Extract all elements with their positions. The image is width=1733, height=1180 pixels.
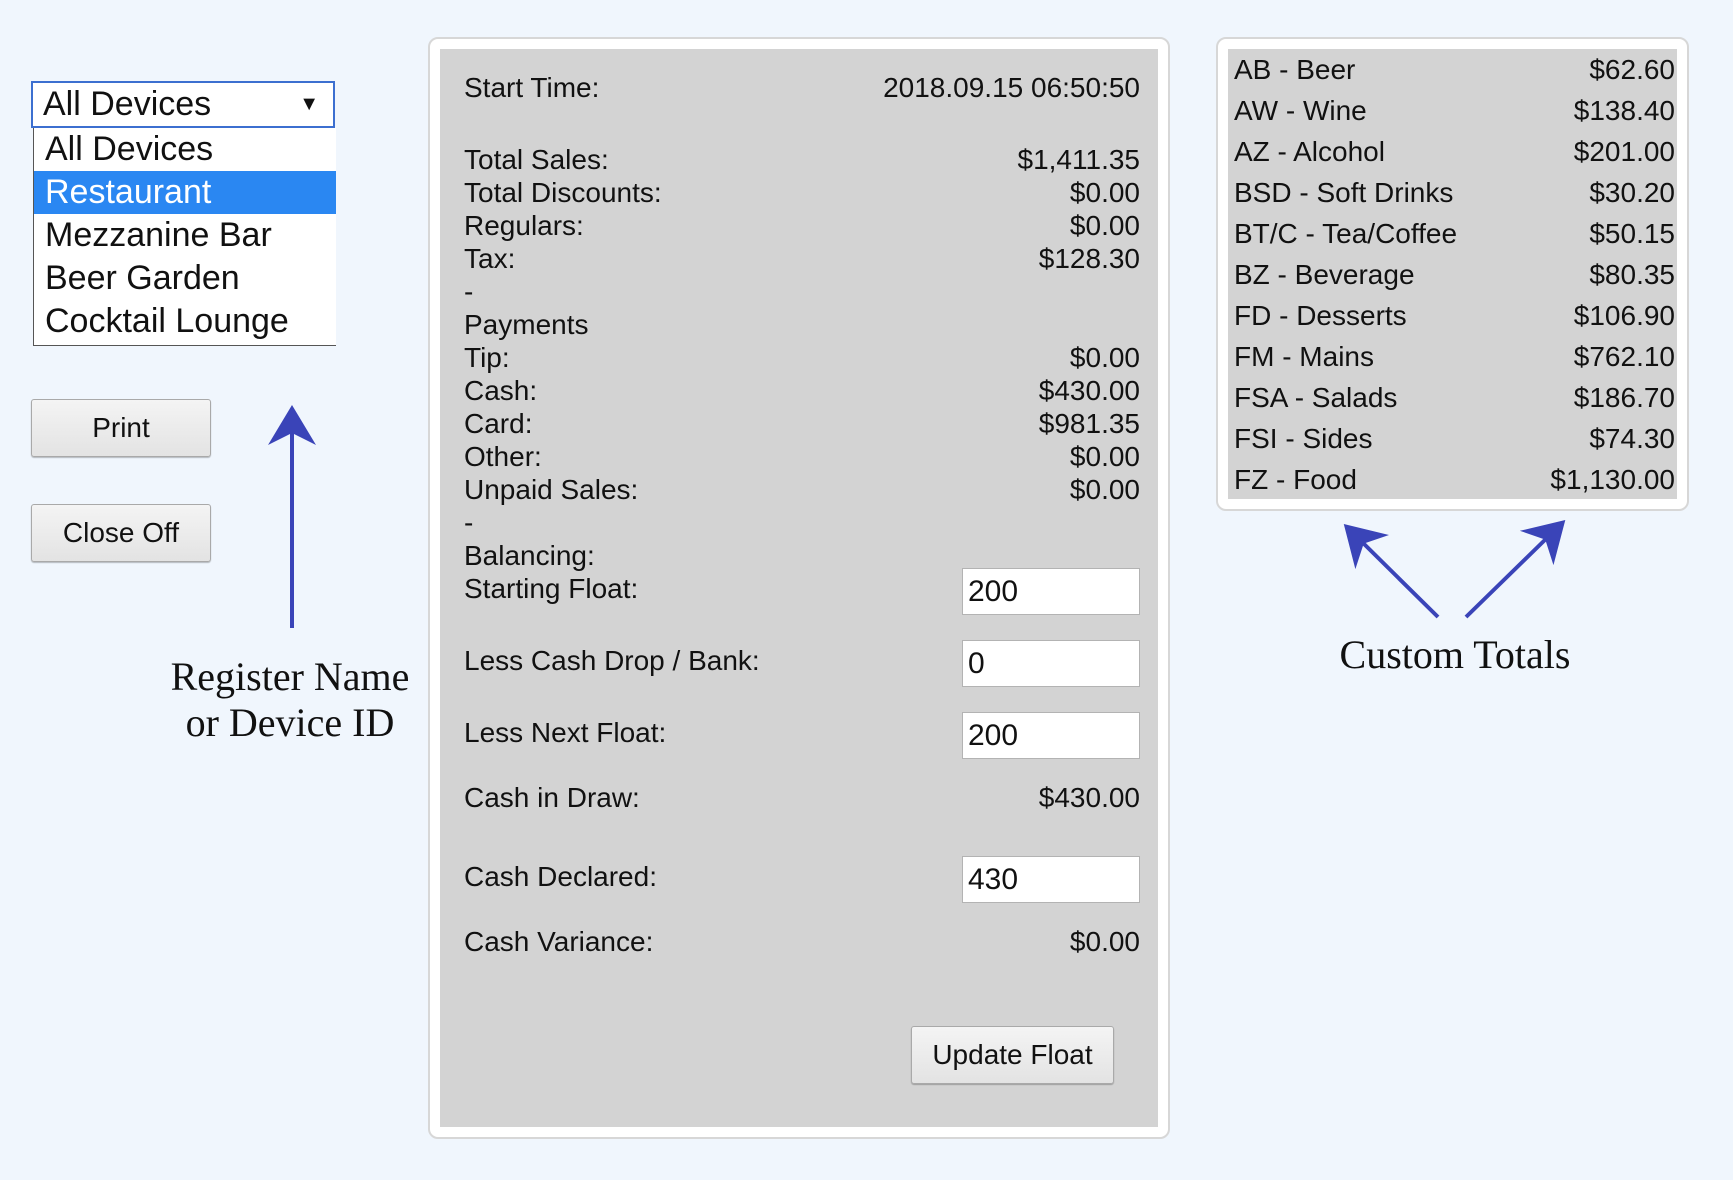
custom-total-value: $186.70	[1573, 382, 1675, 413]
custom-total-label: BZ - Beverage	[1234, 259, 1415, 290]
session-summary-body: Start Time: 2018.09.15 06:50:50 Total Sa…	[440, 49, 1158, 1127]
custom-total-value: $62.60	[1589, 54, 1675, 85]
cash-variance-label: Cash Variance:	[464, 926, 654, 957]
tip-value: $0.00	[1069, 342, 1140, 373]
separator-2: -	[464, 507, 474, 538]
custom-total-label: BSD - Soft Drinks	[1234, 177, 1454, 208]
payments-heading: Payments	[464, 309, 589, 340]
custom-total-row: FM - Mains $762.10	[1234, 336, 1675, 377]
custom-total-value: $80.35	[1589, 259, 1675, 290]
tip-label: Tip:	[464, 342, 510, 373]
start-time-label: Start Time:	[464, 72, 600, 103]
custom-total-row: AZ - Alcohol $201.00	[1234, 131, 1675, 172]
custom-total-row: BT/C - Tea/Coffee $50.15	[1234, 213, 1675, 254]
regulars-value: $0.00	[1069, 210, 1140, 241]
cash-variance-value: $0.00	[1069, 926, 1140, 957]
other-label: Other:	[464, 441, 542, 472]
custom-totals-annotation: Custom Totals	[1339, 632, 1571, 677]
device-option-mezzanine-bar[interactable]: Mezzanine Bar	[34, 214, 336, 257]
chevron-down-icon: ▼	[299, 93, 319, 115]
device-option-all-devices[interactable]: All Devices	[34, 128, 336, 171]
custom-total-label: FM - Mains	[1234, 341, 1374, 372]
custom-total-row: FD - Desserts $106.90	[1234, 295, 1675, 336]
print-button[interactable]: Print	[31, 399, 211, 457]
custom-total-row: BZ - Beverage $80.35	[1234, 254, 1675, 295]
device-option-cocktail-lounge[interactable]: Cocktail Lounge	[34, 300, 336, 343]
separator: -	[464, 276, 474, 307]
card-value: $981.35	[1038, 408, 1140, 439]
tax-label: Tax:	[464, 243, 516, 274]
custom-total-label: FD - Desserts	[1234, 300, 1407, 331]
unpaid-sales-label: Unpaid Sales:	[464, 474, 639, 505]
regulars-label: Regulars:	[464, 210, 584, 241]
custom-total-label: BT/C - Tea/Coffee	[1234, 218, 1458, 249]
custom-totals-body: AB - Beer $62.60 AW - Wine $138.40 AZ - …	[1228, 49, 1677, 499]
custom-total-row: BSD - Soft Drinks $30.20	[1234, 172, 1675, 213]
custom-total-row: FSI - Sides $74.30	[1234, 418, 1675, 459]
cash-value: $430.00	[1038, 375, 1140, 406]
custom-total-row: AW - Wine $138.40	[1234, 90, 1675, 131]
starting-float-label: Starting Float:	[464, 573, 639, 604]
custom-totals-arrow-left	[1343, 523, 1440, 619]
cash-in-draw-label: Cash in Draw:	[464, 782, 640, 813]
device-select[interactable]: All Devices ▼	[31, 81, 335, 128]
custom-total-label: FSI - Sides	[1234, 423, 1373, 454]
unpaid-sales-value: $0.00	[1069, 474, 1140, 505]
cash-label: Cash:	[464, 375, 538, 406]
cash-declared-label: Cash Declared:	[464, 861, 657, 892]
device-select-value: All Devices	[43, 85, 212, 123]
device-option-beer-garden[interactable]: Beer Garden	[34, 257, 336, 300]
custom-total-value: $30.20	[1589, 177, 1675, 208]
custom-total-value: $138.40	[1573, 95, 1675, 126]
total-discounts-value: $0.00	[1069, 177, 1140, 208]
update-float-button[interactable]: Update Float	[911, 1026, 1114, 1084]
total-sales-label: Total Sales:	[464, 144, 609, 175]
other-value: $0.00	[1069, 441, 1140, 472]
start-time-value: 2018.09.15 06:50:50	[883, 72, 1140, 103]
custom-total-value: $762.10	[1573, 341, 1675, 372]
cash-drop-label: Less Cash Drop / Bank:	[464, 645, 760, 676]
custom-total-row: AB - Beer $62.60	[1234, 49, 1675, 90]
starting-float-input[interactable]: 200	[962, 568, 1140, 615]
custom-total-value: $74.30	[1589, 423, 1675, 454]
custom-total-label: AZ - Alcohol	[1234, 136, 1385, 167]
custom-total-value: $50.15	[1589, 218, 1675, 249]
cash-in-draw-value: $430.00	[1038, 782, 1140, 813]
custom-total-value: $106.90	[1573, 300, 1675, 331]
custom-totals-panel: AB - Beer $62.60 AW - Wine $138.40 AZ - …	[1216, 37, 1689, 511]
card-label: Card:	[464, 408, 533, 439]
session-summary-panel: Start Time: 2018.09.15 06:50:50 Total Sa…	[428, 37, 1170, 1139]
custom-total-value: $201.00	[1573, 136, 1675, 167]
custom-total-row: FZ - Food $1,130.00	[1234, 459, 1675, 500]
next-float-input[interactable]: 200	[962, 712, 1140, 759]
custom-total-label: AB - Beer	[1234, 54, 1356, 85]
cash-drop-input[interactable]: 0	[962, 640, 1140, 687]
device-option-restaurant[interactable]: Restaurant	[34, 171, 336, 214]
total-discounts-label: Total Discounts:	[464, 177, 662, 208]
register-annotation: Register Name or Device ID	[160, 654, 420, 746]
device-dropdown-list: All Devices Restaurant Mezzanine Bar Bee…	[33, 128, 336, 346]
close-off-button[interactable]: Close Off	[31, 504, 211, 562]
register-annotation-line2: or Device ID	[185, 700, 395, 745]
next-float-label: Less Next Float:	[464, 717, 667, 748]
register-annotation-line1: Register Name	[170, 654, 410, 699]
cash-declared-input[interactable]: 430	[962, 856, 1140, 903]
tax-value: $128.30	[1038, 243, 1140, 274]
custom-total-value: $1,130.00	[1550, 464, 1675, 495]
custom-total-row: FSA - Salads $186.70	[1234, 377, 1675, 418]
balancing-heading: Balancing:	[464, 540, 595, 571]
total-sales-value: $1,411.35	[1017, 144, 1141, 175]
custom-total-label: AW - Wine	[1234, 95, 1367, 126]
custom-totals-arrow-right	[1464, 520, 1566, 619]
custom-total-label: FSA - Salads	[1234, 382, 1398, 413]
custom-total-label: FZ - Food	[1234, 464, 1357, 495]
